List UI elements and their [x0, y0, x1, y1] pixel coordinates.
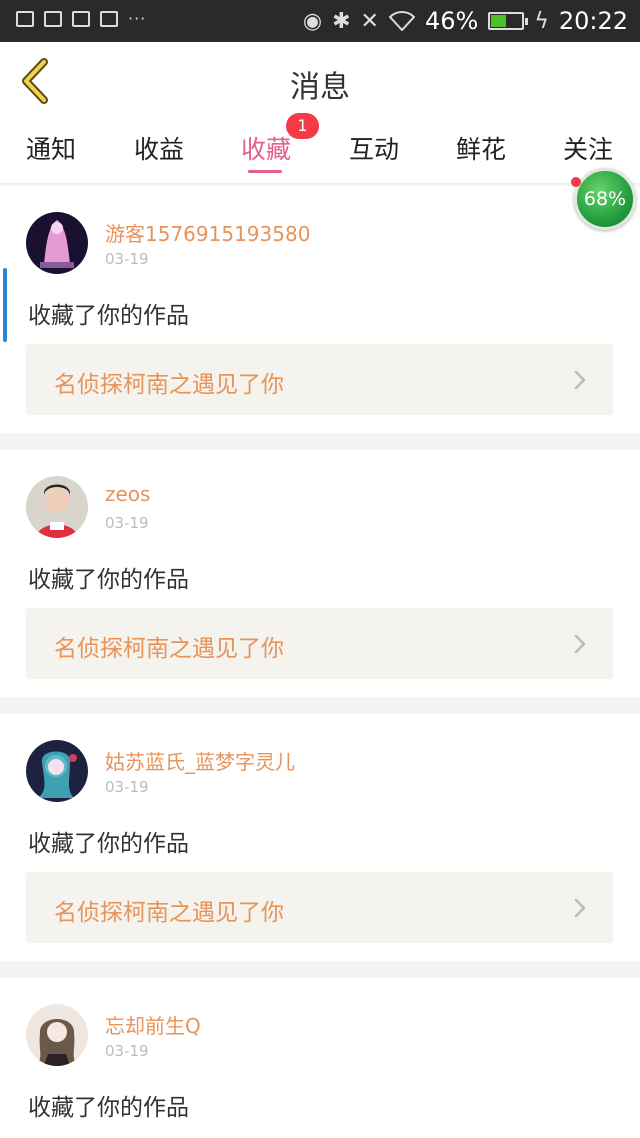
- clock: 20:22: [558, 7, 628, 35]
- battery-icon: [488, 12, 529, 30]
- work-link[interactable]: 名侦探柯南之遇见了你: [26, 608, 613, 679]
- calendar-icon: [72, 11, 90, 27]
- app-header: 消息: [0, 42, 640, 120]
- action-text: 收藏了你的作品: [28, 831, 189, 857]
- avatar[interactable]: [26, 212, 88, 274]
- battery-level: [491, 15, 507, 27]
- timestamp: 03-19: [105, 778, 149, 796]
- tab-interactions[interactable]: 互动: [349, 130, 399, 166]
- action-text: 收藏了你的作品: [28, 303, 189, 329]
- username[interactable]: 忘却前生Q: [105, 1010, 201, 1039]
- calendar-icon: [44, 11, 62, 27]
- timestamp: 03-19: [105, 514, 149, 532]
- tab-follows[interactable]: 关注: [563, 130, 613, 166]
- avatar[interactable]: [26, 1004, 88, 1066]
- work-title: 名侦探柯南之遇见了你: [54, 636, 284, 662]
- username[interactable]: zeos: [105, 482, 150, 506]
- tab-earnings[interactable]: 收益: [134, 130, 184, 166]
- mute-icon: ✕: [360, 8, 379, 34]
- avatar[interactable]: [26, 476, 88, 538]
- timestamp: 03-19: [105, 250, 149, 268]
- list-item[interactable]: zeos 03-19 收藏了你的作品 名侦探柯南之遇见了你: [0, 450, 640, 697]
- active-tab-indicator: [248, 170, 282, 173]
- unread-badge: 1: [286, 113, 319, 139]
- work-title: 名侦探柯南之遇见了你: [54, 372, 284, 398]
- chevron-right-icon: [574, 370, 586, 390]
- chevron-right-icon: [574, 634, 586, 654]
- notification-icons: ···: [16, 11, 146, 27]
- username[interactable]: 游客1576915193580: [105, 218, 310, 247]
- tab-favorites[interactable]: 收藏: [241, 130, 291, 166]
- avatar[interactable]: [26, 740, 88, 802]
- status-bar: ··· ◉ ✱ ✕ 46% ϟ 20:22: [0, 0, 640, 42]
- list-item[interactable]: 游客1576915193580 03-19 收藏了你的作品 名侦探柯南之遇见了你: [0, 186, 640, 433]
- list-item[interactable]: 姑苏蓝氏_蓝梦字灵儿 03-19 收藏了你的作品 名侦探柯南之遇见了你: [0, 714, 640, 961]
- action-text: 收藏了你的作品: [28, 567, 189, 593]
- overflow-dots: ···: [128, 9, 147, 28]
- tab-flowers[interactable]: 鲜花: [456, 130, 506, 166]
- notification-dot: [571, 177, 581, 187]
- ad-icon: [100, 11, 118, 27]
- system-icons: ◉ ✱ ✕ 46% ϟ 20:22: [303, 7, 628, 35]
- image-icon: [16, 11, 34, 27]
- list-item[interactable]: 忘却前生Q 03-19 收藏了你的作品: [0, 978, 640, 1138]
- tab-notifications[interactable]: 通知: [26, 130, 76, 166]
- timestamp: 03-19: [105, 1042, 149, 1060]
- action-text: 收藏了你的作品: [28, 1095, 189, 1121]
- vibrate-icon: ◉: [302, 8, 323, 34]
- username[interactable]: 姑苏蓝氏_蓝梦字灵儿: [105, 746, 295, 775]
- bluetooth-icon: ✱: [332, 8, 351, 34]
- work-title: 名侦探柯南之遇见了你: [54, 900, 284, 926]
- work-link[interactable]: 名侦探柯南之遇见了你: [26, 872, 613, 943]
- page-title: 消息: [290, 70, 350, 105]
- scroll-edge-indicator: [3, 268, 7, 342]
- charging-icon: ϟ: [534, 8, 549, 34]
- tab-bar: 通知 收益 收藏 互动 鲜花 关注: [0, 120, 640, 184]
- floating-progress-button[interactable]: 68%: [574, 168, 636, 230]
- battery-percent: 46%: [424, 7, 479, 35]
- wifi-icon: [388, 11, 415, 31]
- work-link[interactable]: 名侦探柯南之遇见了你: [26, 344, 613, 415]
- chevron-right-icon: [574, 898, 586, 918]
